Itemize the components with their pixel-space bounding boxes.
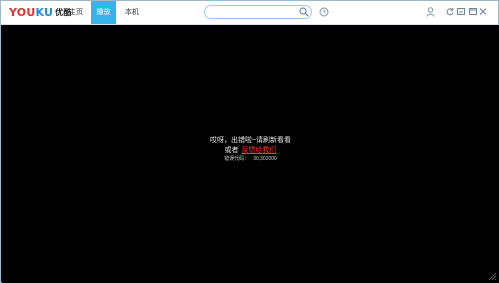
minimize-icon[interactable]: [457, 7, 465, 16]
error-code-value: 30,302000: [253, 156, 277, 162]
error-code-label: 错误代码：: [224, 156, 250, 162]
window-icon[interactable]: [469, 7, 477, 16]
logo-text-you: YOU: [9, 6, 36, 19]
error-code: 错误代码： 30,302000: [1, 155, 499, 164]
app-window: YOUKU 优酷 主页 播放 本机 哎呀，出错啦~请刷新看看 或者 反馈给我们 …: [0, 0, 499, 283]
error-prefix-text: 或者: [224, 147, 239, 154]
search-icon[interactable]: [299, 7, 309, 17]
logo-text-ku: KU: [35, 6, 54, 19]
refresh-icon[interactable]: [446, 7, 454, 16]
tab-home[interactable]: 主页: [63, 1, 89, 24]
tab-local[interactable]: 本机: [119, 1, 145, 24]
search-input[interactable]: [204, 5, 312, 19]
error-message-secondary: 或者 反馈给我们: [1, 146, 499, 155]
user-icon[interactable]: [426, 7, 435, 17]
tab-play[interactable]: 播放: [91, 1, 116, 24]
top-toolbar: YOUKU 优酷 主页 播放 本机: [1, 1, 498, 25]
resize-grip-icon[interactable]: [487, 271, 497, 281]
clock-icon[interactable]: [319, 7, 329, 17]
feedback-link[interactable]: 反馈给我们: [242, 147, 277, 154]
error-message: 哎呀，出错啦~请刷新看看: [209, 137, 292, 144]
close-icon[interactable]: [479, 7, 487, 16]
